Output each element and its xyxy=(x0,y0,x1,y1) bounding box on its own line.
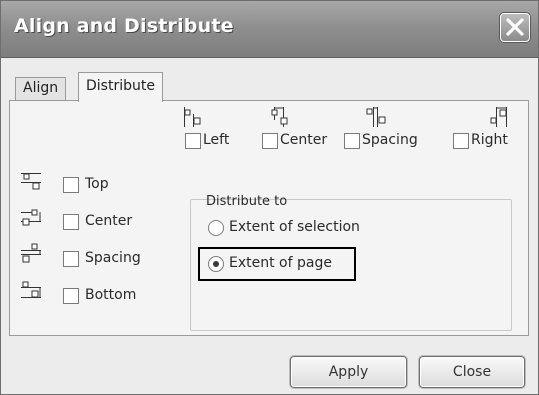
distribute-right-icon xyxy=(490,107,507,127)
extent-of-selection-label: Extent of selection xyxy=(229,219,360,235)
title-bar[interactable]: Align and Distribute xyxy=(1,1,538,58)
distribute-center-h-icon xyxy=(271,107,288,127)
tab-distribute[interactable]: Distribute xyxy=(78,72,163,102)
tab-align[interactable]: Align xyxy=(15,77,67,100)
distribute-bottom-icon xyxy=(21,281,41,298)
window-title: Align and Distribute xyxy=(14,15,234,37)
bottom-checkbox[interactable] xyxy=(63,288,79,304)
spacing-v-label: Spacing xyxy=(85,250,141,266)
dialog-body: Align Distribute Left Center Spacing Rig… xyxy=(1,58,538,394)
spacing-v-checkbox[interactable] xyxy=(63,251,79,267)
left-checkbox[interactable] xyxy=(185,133,201,149)
distribute-spacing-v-icon xyxy=(21,243,41,263)
center-v-label: Center xyxy=(85,213,133,229)
center-h-checkbox[interactable] xyxy=(262,133,278,149)
distribute-to-heading: Distribute to xyxy=(206,194,288,209)
distribute-left-icon xyxy=(184,107,201,127)
close-icon xyxy=(506,18,524,36)
apply-button[interactable]: Apply xyxy=(290,356,407,388)
distribute-center-v-icon xyxy=(21,209,41,226)
top-checkbox[interactable] xyxy=(63,177,79,193)
close-button[interactable]: Close xyxy=(419,356,525,388)
extent-of-selection-radio[interactable] xyxy=(208,220,224,236)
distribute-top-icon xyxy=(21,173,41,190)
center-v-checkbox[interactable] xyxy=(63,214,79,230)
bottom-label: Bottom xyxy=(85,287,137,303)
right-checkbox[interactable] xyxy=(453,133,469,149)
center-h-label: Center xyxy=(280,132,328,148)
top-label: Top xyxy=(85,176,109,192)
spacing-h-label: Spacing xyxy=(362,132,418,148)
align-distribute-dialog: Align and Distribute Align Distribute Le… xyxy=(0,0,539,395)
close-window-button[interactable] xyxy=(500,13,530,42)
distribute-spacing-h-icon xyxy=(366,107,386,127)
right-label: Right xyxy=(471,132,508,148)
highlight-box xyxy=(198,247,356,281)
left-label: Left xyxy=(203,132,230,148)
spacing-h-checkbox[interactable] xyxy=(344,133,360,149)
